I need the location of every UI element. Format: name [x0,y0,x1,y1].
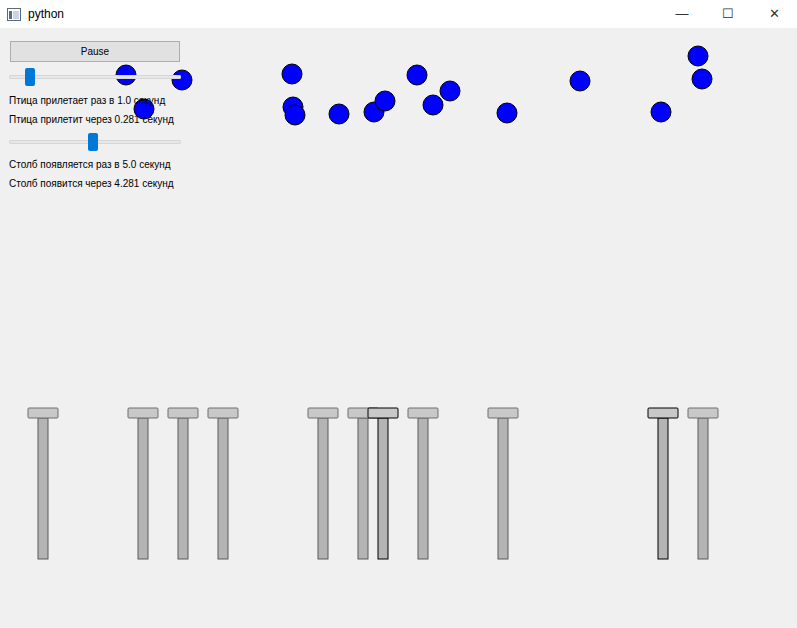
bird [407,65,427,85]
bird [651,102,671,122]
app-window: python —☐✕ Pause Птица прилетает раз в 1.0 … [0,0,797,628]
title-bar: python —☐✕ [0,0,797,28]
pause-button[interactable]: Pause [10,41,180,62]
pole [28,408,58,559]
window-control-button[interactable]: ✕ [751,0,797,28]
pole [348,408,378,559]
slider-handle[interactable] [25,68,35,86]
window-title: python [28,5,64,23]
bird [329,104,349,124]
pole [488,408,518,559]
pole-countdown-label: Столб появится через 4.281 секунд [9,175,181,193]
bird [688,46,708,66]
pole [688,408,718,559]
window-control-button[interactable]: ☐ [705,0,751,28]
simulation-area: Pause Птица прилетает раз в 1.0 секундПти… [0,28,797,628]
pole-interval-label: Столб появляется раз в 5.0 секунд [9,156,181,174]
bird [172,70,192,90]
bird [570,71,590,91]
pole [168,408,198,559]
bird [375,91,395,111]
bird [423,95,443,115]
pole-interval-slider[interactable] [9,133,181,151]
bird-interval-slider[interactable] [9,68,181,86]
bird-interval-label: Птица прилетает раз в 1.0 секунд [9,92,181,110]
pole [368,408,398,559]
bird-countdown-label: Птица прилетит через 0.281 секунд [9,111,181,129]
pole [208,408,238,559]
pole [128,408,158,559]
slider-handle[interactable] [88,133,98,151]
bird [285,105,305,125]
app-icon [7,8,21,21]
bird [282,64,302,84]
window-control-button[interactable]: — [659,0,705,28]
bird [440,81,460,101]
bird [692,69,712,89]
pole [648,408,678,559]
pole [408,408,438,559]
control-panel: Pause Птица прилетает раз в 1.0 секундПти… [9,28,181,193]
bird [497,103,517,123]
pole [308,408,338,559]
